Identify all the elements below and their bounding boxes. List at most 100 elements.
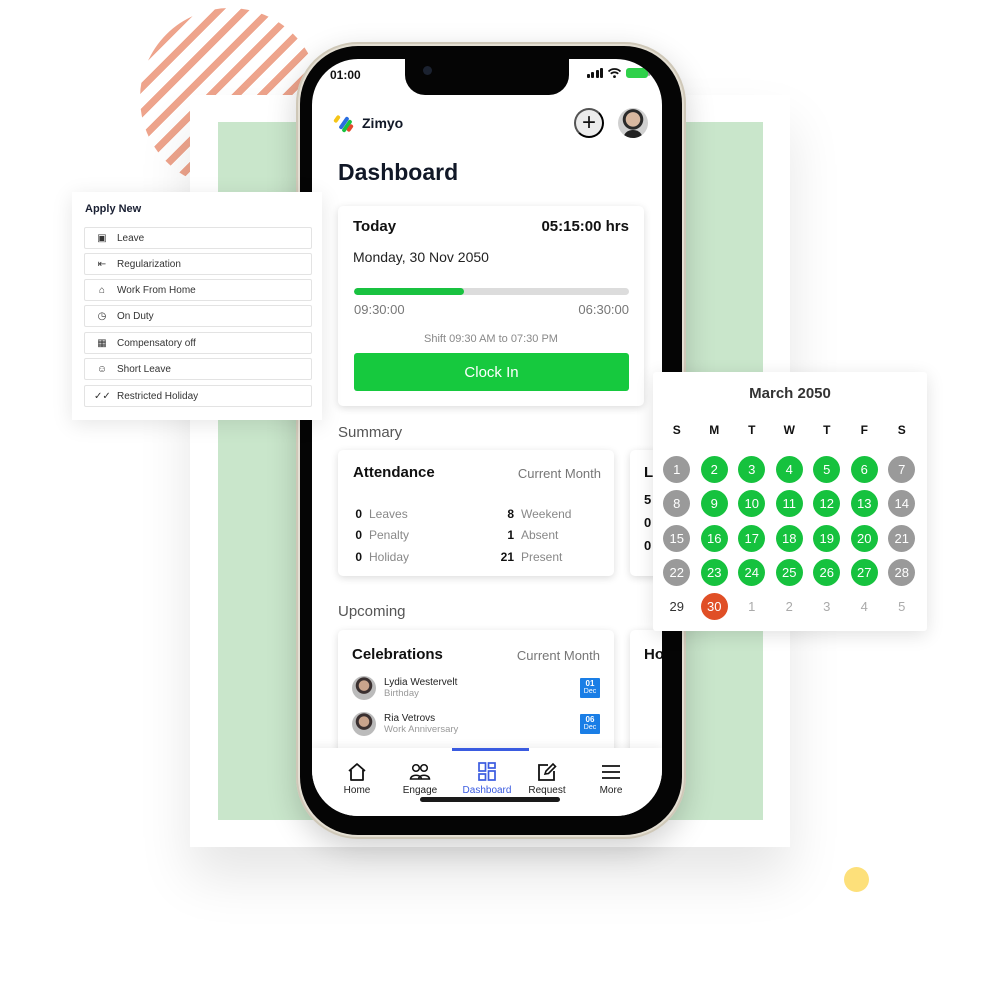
celebration-item[interactable]: Ria Vetrovs Work Anniversary 06 Dec [352, 709, 600, 739]
decorative-yellow-dot [844, 867, 869, 892]
attendance-stat: 1 Absent [507, 528, 559, 543]
app-header: Zimyo + [333, 105, 648, 141]
calendar-day[interactable]: 3 [733, 452, 771, 486]
attendance-stat: 21 Present [500, 549, 563, 564]
plus-icon: + [581, 109, 596, 136]
calendar-weekday: W [783, 423, 795, 437]
today-card: Today 05:15:00 hrs Monday, 30 Nov 2050 0… [338, 206, 644, 406]
today-date: Monday, 30 Nov 2050 [353, 249, 489, 265]
today-hours: 05:15:00 hrs [541, 218, 629, 235]
calendar-day[interactable]: 2 [771, 589, 809, 623]
status-time: 01:00 [330, 68, 361, 82]
nav-active-indicator [452, 748, 529, 751]
calendar-day[interactable]: 1 [733, 589, 771, 623]
battery-icon [626, 68, 650, 78]
user-clock-icon: ☺ [96, 363, 108, 375]
clock-in-button[interactable]: Clock In [354, 353, 629, 391]
shift-progress-bar [354, 288, 629, 295]
list-icon: ⇤ [97, 258, 107, 270]
peek-title: L [644, 464, 654, 481]
apply-regularization[interactable]: ⇤ Regularization [84, 253, 312, 275]
calendar-day[interactable]: 25 [771, 555, 809, 589]
attendance-card[interactable]: Attendance Current Month 0 Leaves 0 Penalt… [338, 450, 614, 576]
home-icon [348, 763, 366, 781]
apply-leave[interactable]: ▣ Leave [84, 227, 312, 249]
menu-icon [602, 765, 620, 779]
nav-request[interactable]: Request [515, 762, 579, 796]
calendar-weekday: S [672, 423, 681, 437]
calendar-day[interactable]: 8 [658, 487, 696, 521]
calendar-day[interactable]: 5 [808, 452, 846, 486]
nav-home[interactable]: Home [325, 762, 389, 796]
calendar-day-today[interactable]: 30 [696, 589, 734, 623]
calendar-day[interactable]: 2 [696, 452, 734, 486]
celebration-type: Work Anniversary [384, 723, 459, 735]
calendar-day[interactable]: 19 [808, 521, 846, 555]
calendar-day[interactable]: 26 [808, 555, 846, 589]
apply-compensatory-off[interactable]: ▦ Compensatory off [84, 332, 312, 354]
zimyo-logo-icon [333, 113, 354, 133]
calendar-day[interactable]: 28 [883, 555, 921, 589]
avatar[interactable] [618, 108, 648, 138]
shift-remaining: 06:30:00 [578, 302, 629, 317]
calendar-day[interactable]: 9 [696, 487, 734, 521]
calendar-day[interactable]: 27 [846, 555, 884, 589]
calendar-grid: S M T W T F S 1 2 3 4 5 6 7 8 9 10 11 12 13 14 15 16 17 18 19 20 21… [658, 418, 921, 624]
calendar-widget: March 2050 S M T W T F S 1 2 3 4 5 6 7 8 9 10 11 12 13 14 15 1… [653, 372, 927, 631]
calendar-day[interactable]: 4 [846, 589, 884, 623]
nav-engage[interactable]: Engage [388, 762, 452, 796]
calendar-day[interactable]: 24 [733, 555, 771, 589]
calendar-day[interactable]: 22 [658, 555, 696, 589]
calendar-weekday: F [860, 423, 868, 437]
status-icons [586, 68, 650, 78]
apply-restricted-holiday[interactable]: ✓✓ Restricted Holiday [84, 385, 312, 407]
calendar-day[interactable]: 4 [771, 452, 809, 486]
date-badge: 01 Dec [580, 678, 600, 698]
calendar-day[interactable]: 23 [696, 555, 734, 589]
calendar-day[interactable]: 7 [883, 452, 921, 486]
calendar-weekday: S [897, 423, 906, 437]
apply-on-duty[interactable]: ◷ On Duty [84, 305, 312, 327]
apply-short-leave[interactable]: ☺ Short Leave [84, 358, 312, 380]
calendar-day[interactable]: 3 [808, 589, 846, 623]
calendar-day[interactable]: 1 [658, 452, 696, 486]
calendar-day[interactable]: 16 [696, 521, 734, 555]
calendar-day[interactable]: 13 [846, 487, 884, 521]
calendar-day[interactable]: 17 [733, 521, 771, 555]
calendar-day[interactable]: 6 [846, 452, 884, 486]
clock-icon: ◷ [97, 310, 107, 322]
signal-icon [586, 68, 603, 78]
nav-more[interactable]: More [579, 762, 643, 796]
attendance-stat: 8 Weekend [507, 506, 572, 521]
calendar-day[interactable]: 20 [846, 521, 884, 555]
celebration-item[interactable]: Lydia Westervelt Birthday 01 Dec [352, 673, 600, 703]
shift-progress-fill [354, 288, 464, 295]
page-title: Dashboard [338, 159, 459, 185]
calendar-icon: ▣ [97, 232, 107, 244]
phone-frame: 01:00 Zimyo + Dashboard Today 05:15:00 h… [296, 42, 686, 839]
attendance-stat: 0 Holiday [355, 549, 410, 564]
calendar-day[interactable]: 12 [808, 487, 846, 521]
peek-value: 5 [644, 492, 652, 507]
brand-name: Zimyo [362, 115, 404, 131]
calendar-day[interactable]: 18 [771, 521, 809, 555]
shift-timing: Shift 09:30 AM to 07:30 PM [424, 333, 558, 345]
add-button[interactable]: + [574, 108, 604, 138]
calendar-day[interactable]: 10 [733, 487, 771, 521]
calendar-day[interactable]: 11 [771, 487, 809, 521]
today-label: Today [353, 218, 397, 235]
celebration-name: Lydia Westervelt [384, 676, 458, 688]
attendance-right-column: 8 Weekend 1 Absent 21 Present [500, 503, 572, 568]
calendar-weekday: T [823, 423, 831, 437]
calendar-day[interactable]: 5 [883, 589, 921, 623]
upcoming-heading: Upcoming [338, 603, 406, 620]
nav-dashboard[interactable]: Dashboard [455, 762, 519, 796]
bottom-nav: Home Engage Dashboard Request More [312, 748, 662, 816]
apply-work-from-home[interactable]: ⌂ Work From Home [84, 279, 312, 301]
calendar-day[interactable]: 14 [883, 487, 921, 521]
holidays-title: Ho [644, 646, 662, 663]
calendar-day[interactable]: 29 [658, 589, 696, 623]
calendar-day[interactable]: 15 [658, 521, 696, 555]
calendar-day[interactable]: 21 [883, 521, 921, 555]
celebrations-period: Current Month [516, 648, 600, 663]
